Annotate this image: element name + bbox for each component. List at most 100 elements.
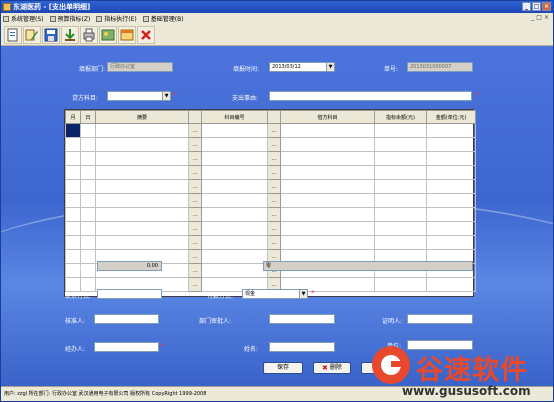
grid-cell[interactable] <box>201 165 268 180</box>
grid-cell[interactable] <box>374 137 427 152</box>
grid-cell[interactable] <box>65 221 81 236</box>
grid-cell[interactable] <box>426 179 476 194</box>
summary-picker-button[interactable]: ... <box>188 193 202 208</box>
grid-cell[interactable] <box>201 221 268 236</box>
grid-cell[interactable] <box>95 235 189 250</box>
summary-picker-button[interactable]: ... <box>188 277 202 292</box>
grid-cell[interactable] <box>80 165 96 180</box>
grid-cell[interactable] <box>280 123 375 138</box>
grid-cell[interactable] <box>426 207 476 222</box>
grid-cell[interactable] <box>280 235 375 250</box>
grid-cell[interactable] <box>95 165 189 180</box>
maximize-button[interactable]: □ <box>532 2 541 11</box>
grid-cell[interactable] <box>65 137 81 152</box>
account-picker-button[interactable]: ... <box>267 221 281 236</box>
grid-cell[interactable] <box>374 193 427 208</box>
grid-cell[interactable] <box>201 151 268 166</box>
account-picker-button[interactable]: ... <box>267 165 281 180</box>
grid-cell[interactable] <box>201 235 268 250</box>
grid-cell[interactable] <box>426 193 476 208</box>
number-field[interactable]: 2013031000007 <box>407 62 473 72</box>
account-picker-button[interactable]: ... <box>267 123 281 138</box>
grid-cell[interactable] <box>280 165 375 180</box>
print-icon[interactable] <box>80 25 98 44</box>
grid-cell[interactable] <box>95 123 189 138</box>
grid-cell[interactable] <box>80 193 96 208</box>
grid-cell[interactable] <box>280 207 375 222</box>
grid-cell[interactable] <box>65 235 81 250</box>
grid-cell[interactable] <box>280 179 375 194</box>
exit-icon[interactable] <box>118 25 136 44</box>
grid-cell[interactable] <box>280 137 375 152</box>
menu-execution[interactable]: 指标执行(E) <box>96 14 137 23</box>
table-row[interactable]: ...... <box>65 207 476 222</box>
table-row[interactable]: ...... <box>65 221 476 236</box>
grid-cell[interactable] <box>80 137 96 152</box>
account-picker-button[interactable]: ... <box>267 179 281 194</box>
grid-cell[interactable] <box>374 179 427 194</box>
witness-field[interactable] <box>407 314 473 324</box>
summary-picker-button[interactable]: ... <box>188 249 202 264</box>
grid-cell[interactable] <box>426 137 476 152</box>
dept-field[interactable]: 行政办公室 <box>107 62 173 72</box>
grid-cell[interactable] <box>95 179 189 194</box>
minimize-button[interactable]: _ <box>522 2 531 11</box>
grid-cell[interactable] <box>65 179 81 194</box>
grid-cell[interactable] <box>80 235 96 250</box>
save-icon[interactable] <box>42 25 60 44</box>
grid-cell[interactable] <box>201 249 268 264</box>
delete-button[interactable]: ✖ 删除 <box>313 362 351 374</box>
debit-select[interactable]: ▼ <box>107 91 171 101</box>
summary-picker-button[interactable]: ... <box>188 221 202 236</box>
operator-field[interactable] <box>94 342 159 352</box>
account-picker-button[interactable]: ... <box>267 137 281 152</box>
preview-icon[interactable] <box>99 25 117 44</box>
grid-cell[interactable] <box>374 165 427 180</box>
grid-cell[interactable] <box>65 277 81 292</box>
name-field[interactable] <box>269 342 335 352</box>
table-row[interactable]: ...... <box>65 123 476 138</box>
menu-system[interactable]: 系统管理(S) <box>3 14 44 23</box>
grid-cell[interactable] <box>201 123 268 138</box>
account-picker-button[interactable]: ... <box>267 207 281 222</box>
table-row[interactable]: ...... <box>65 151 476 166</box>
grid-cell[interactable] <box>95 221 189 236</box>
grid-cell[interactable] <box>95 137 189 152</box>
grid-cell[interactable] <box>374 235 427 250</box>
grid-cell[interactable] <box>65 151 81 166</box>
grid-cell[interactable] <box>65 165 81 180</box>
save-button[interactable]: 保存 <box>263 362 303 374</box>
summary-picker-button[interactable]: ... <box>188 137 202 152</box>
mdi-restore-button[interactable]: □ <box>536 14 542 21</box>
grid-cell[interactable] <box>280 151 375 166</box>
grid-cell[interactable] <box>426 151 476 166</box>
edit-icon[interactable] <box>23 25 41 44</box>
mdi-minimize-button[interactable]: _ <box>531 14 534 21</box>
grid-cell[interactable] <box>374 277 427 292</box>
chevron-down-icon[interactable]: ▼ <box>326 63 334 71</box>
summary-picker-button[interactable]: ... <box>188 165 202 180</box>
close-button[interactable]: × <box>542 2 551 11</box>
date-picker[interactable]: 2013/03/12 ▼ <box>269 62 335 72</box>
table-row[interactable]: ...... <box>65 137 476 152</box>
summary-picker-button[interactable]: ... <box>188 123 202 138</box>
grid-cell[interactable] <box>280 221 375 236</box>
chevron-down-icon[interactable]: ▼ <box>299 290 307 298</box>
import-icon[interactable] <box>61 25 79 44</box>
grid-cell[interactable] <box>374 123 427 138</box>
summary-picker-button[interactable]: ... <box>188 151 202 166</box>
summary-picker-button[interactable]: ... <box>188 235 202 250</box>
grid-cell[interactable] <box>201 137 268 152</box>
handler-field[interactable] <box>94 314 159 324</box>
grid-cell[interactable] <box>80 179 96 194</box>
table-row[interactable]: ...... <box>65 235 476 250</box>
payment-select[interactable]: 现金 ▼ <box>242 289 308 299</box>
grid-cell[interactable] <box>201 179 268 194</box>
grid-cell[interactable] <box>80 151 96 166</box>
summary-picker-button[interactable]: ... <box>188 263 202 278</box>
dept-approver-field[interactable] <box>269 314 335 324</box>
grid-cell[interactable] <box>80 249 96 264</box>
grid-cell[interactable] <box>95 193 189 208</box>
grid-cell[interactable] <box>426 165 476 180</box>
grid-cell[interactable] <box>65 249 81 264</box>
